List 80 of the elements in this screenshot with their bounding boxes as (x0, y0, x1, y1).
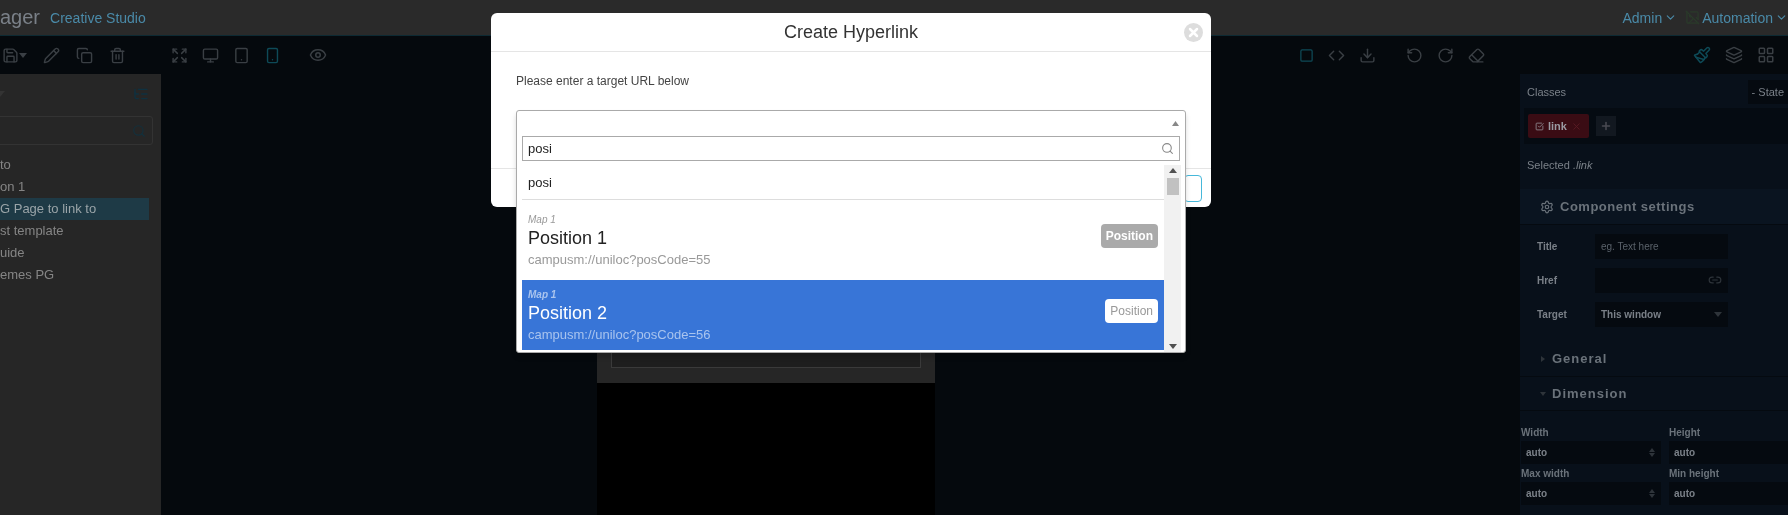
scroll-up-icon[interactable] (1168, 168, 1177, 173)
eraser-button[interactable] (1468, 46, 1485, 64)
class-tag: link (1528, 114, 1589, 138)
page-item[interactable]: G Page to link to (0, 198, 149, 220)
option-url: campusm://uniloc?posCode=55 (528, 251, 711, 267)
field-label: Target (1537, 308, 1568, 320)
redo-button[interactable] (1437, 46, 1454, 64)
search-field[interactable]: posi (522, 136, 1180, 161)
field-label: Href (1537, 274, 1558, 286)
page-item[interactable]: on 1 (0, 176, 149, 198)
result-option[interactable]: Map 1 Position 2 campusm://uniloc?posCode=56 Position (522, 280, 1164, 350)
desktop-icon[interactable] (202, 46, 219, 64)
add-class-button[interactable] (1595, 116, 1616, 136)
settings-header[interactable]: Component settings (1520, 189, 1788, 225)
delete-button[interactable] (109, 46, 126, 64)
copy-button[interactable] (76, 46, 93, 64)
page-item[interactable]: uide (0, 242, 149, 264)
field-label: Width (1521, 427, 1550, 438)
classes-label: Classes (1527, 86, 1567, 98)
page-item[interactable]: to (0, 154, 149, 176)
preview-button[interactable] (309, 46, 327, 64)
caret-icon (1172, 121, 1179, 126)
close-icon[interactable] (1184, 23, 1203, 42)
option-group: Map 1 (528, 288, 711, 300)
number-field[interactable]: auto (1669, 441, 1788, 464)
brush-icon[interactable] (1693, 46, 1711, 64)
user-menu[interactable]: Admin (1622, 9, 1678, 26)
state-select[interactable]: - State (1747, 80, 1788, 104)
phone-icon[interactable] (264, 46, 281, 64)
tablet-icon[interactable] (233, 46, 250, 64)
gear-icon (1540, 199, 1554, 214)
spinner-icon (1649, 447, 1655, 458)
field-label: Title (1537, 240, 1559, 252)
product-name: Creative Studio (50, 9, 146, 26)
download-button[interactable] (1359, 46, 1376, 64)
target-select[interactable]: This window (1595, 301, 1728, 327)
title-field[interactable]: eg. Text here (1595, 233, 1728, 259)
save-button[interactable] (2, 46, 27, 64)
caret-icon (1714, 311, 1722, 317)
number-field[interactable]: auto (1669, 482, 1788, 505)
field-label: Height (1669, 427, 1702, 438)
href-field[interactable] (1595, 267, 1728, 293)
undo-button[interactable] (1406, 46, 1423, 64)
tree-sort-icon (133, 86, 149, 102)
page-item[interactable]: st template (0, 220, 149, 242)
grid-icon[interactable] (1757, 46, 1775, 64)
selected-selector: Selected .link (1526, 158, 1594, 171)
page-item[interactable]: emes PG (0, 264, 149, 286)
scroll-down-icon[interactable] (1168, 344, 1177, 349)
option-title: Position 1 (528, 227, 609, 249)
caret-icon (1540, 355, 1546, 362)
plus-icon (1599, 120, 1612, 132)
number-field[interactable]: auto (1521, 441, 1661, 464)
workspace-menu[interactable]: Automation (1685, 9, 1788, 26)
close-icon[interactable] (1570, 120, 1582, 132)
app-name: ager (0, 6, 41, 29)
option-title: Position 2 (528, 302, 609, 324)
number-field[interactable]: auto (1521, 482, 1661, 505)
checkbox-icon[interactable] (1535, 121, 1544, 131)
url-dropdown-menu[interactable]: posi posi Map 1 Position 1 campusm://uniloc?posCode=55 Position Map 1 Position 2 campusm://uniloc?posCode=56 Position (516, 110, 1186, 353)
caret-icon (19, 52, 27, 58)
layers-icon[interactable] (1725, 46, 1743, 64)
link-icon (1708, 273, 1722, 287)
type-badge: Position (1100, 224, 1158, 248)
search-icon (1161, 142, 1174, 155)
option-url: campusm://uniloc?posCode=56 (528, 326, 711, 342)
option-group: Map 1 (528, 213, 711, 225)
fullscreen-button[interactable] (171, 46, 188, 64)
field-label: Min height (1669, 468, 1720, 479)
outline-toggle[interactable] (1299, 47, 1314, 63)
scroll-thumb[interactable] (1166, 178, 1179, 195)
dialog-prompt: Please enter a target URL below (516, 74, 689, 88)
field-label: Max width (1521, 468, 1571, 479)
dialog-title: Create Hyperlink (783, 21, 919, 43)
spinner-icon (1649, 488, 1655, 499)
type-badge: Position (1105, 299, 1158, 323)
edit-button[interactable] (43, 46, 60, 64)
caret-icon (1540, 390, 1546, 397)
scrollbar[interactable] (1164, 165, 1181, 352)
search-field[interactable] (0, 116, 153, 145)
